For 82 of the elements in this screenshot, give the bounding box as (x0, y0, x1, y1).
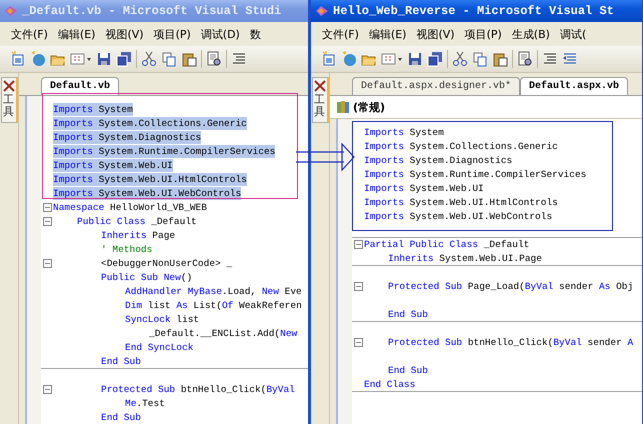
toolbox-tab[interactable]: 工具 (0, 77, 18, 124)
code-line: Imports System.Web.UI.HtmlControls (364, 196, 558, 209)
copy-icon[interactable] (161, 51, 177, 67)
code-line: Imports System.Diagnostics (364, 154, 512, 167)
code-line: Imports System (364, 126, 444, 139)
navigation-label: (常规) (353, 100, 386, 114)
menu-item[interactable]: 生成(B) (508, 24, 553, 44)
tools-icon (314, 80, 326, 92)
code-line: End Sub (101, 411, 141, 424)
menu-item[interactable]: 视图(V) (102, 24, 147, 44)
code-line: Imports System.Web.UI (364, 182, 484, 195)
window-title: _Default.vb - Microsoft Visual Studi (22, 4, 282, 18)
collapse-icon[interactable] (42, 203, 52, 212)
code-line: Inherits Page (101, 229, 176, 242)
globe-icon[interactable] (341, 51, 357, 67)
collapse-icon[interactable] (42, 259, 52, 268)
code-line: _Default.__ENCList.Add(New (149, 327, 298, 340)
new-project-icon[interactable] (10, 51, 26, 67)
menu-item[interactable]: 数 (246, 24, 264, 44)
cut-icon[interactable] (452, 51, 468, 67)
collapse-icon[interactable] (354, 282, 362, 291)
menu-item[interactable]: 视图(V) (413, 24, 458, 44)
navigation-bar[interactable]: (常规) (330, 96, 642, 119)
save-icon[interactable] (96, 51, 112, 67)
menu-item[interactable]: 项目(P) (150, 24, 194, 44)
menu-item[interactable]: 编辑(E) (54, 24, 98, 44)
code-line: Partial Public Class _Default (364, 238, 530, 251)
document-tab[interactable]: Default.aspx.vb (520, 77, 628, 95)
menu-item[interactable]: 调试(D) (198, 24, 243, 44)
grid-dropdown-icon[interactable] (70, 51, 92, 67)
menu-item[interactable]: 编辑(E) (366, 24, 410, 44)
code-line: Imports System.Collections.Generic (364, 140, 558, 153)
window-title: Hello_Web_Reverse - Microsoft Visual St (333, 4, 614, 18)
copy-icon[interactable] (472, 51, 488, 67)
code-line: <DebuggerNonUserCode> _ (101, 257, 232, 270)
toolbox-tab[interactable]: 工具 (312, 77, 328, 124)
code-line: Namespace HelloWorld_VB_WEB (53, 201, 207, 214)
document-tab[interactable]: Default.aspx.designer.vb* (352, 77, 520, 95)
code-line: Dim list As List(Of WeakReferen (125, 299, 302, 312)
code-line: End Sub (388, 364, 428, 377)
code-line: Protected Sub btnHello_Click(ByVal (101, 383, 295, 396)
document-tab[interactable]: Default.vb (41, 77, 120, 95)
code-line: Me.Test (125, 397, 165, 410)
code-line: AddHandler MyBase.Load, New Eve (125, 285, 302, 298)
code-line: End Sub (101, 355, 141, 368)
code-line: ' Methods (101, 243, 152, 256)
collapse-icon[interactable] (354, 338, 362, 347)
app-logo-icon (3, 3, 19, 19)
tools-icon (2, 80, 14, 92)
globe-icon[interactable] (30, 51, 46, 67)
code-line: Protected Sub btnHello_Click(ByVal sender A (388, 336, 634, 349)
code-line: Public Sub New() (101, 271, 192, 284)
toolbox-label: 工具 (3, 94, 14, 118)
save-icon[interactable] (407, 51, 423, 67)
cut-icon[interactable] (141, 51, 157, 67)
code-line: Inherits System.Web.UI.Page (388, 252, 542, 265)
books-icon (336, 100, 350, 114)
collapse-icon[interactable] (42, 385, 52, 394)
menu-item[interactable]: 项目(P) (462, 24, 505, 44)
app-logo-icon (314, 3, 330, 19)
code-line: End Class (364, 378, 416, 391)
find-document-icon[interactable] (517, 51, 533, 67)
collapse-icon[interactable] (354, 240, 362, 249)
grid-dropdown-icon[interactable] (381, 51, 403, 67)
menu-item[interactable]: 文件(F) (319, 24, 362, 44)
find-document-icon[interactable] (206, 51, 222, 67)
save-all-icon[interactable] (116, 51, 132, 67)
code-line: Imports System.Web.UI.WebControls (364, 210, 552, 223)
paste-icon[interactable] (492, 51, 508, 67)
new-project-icon[interactable] (321, 51, 337, 67)
code-line: SyncLock list (125, 313, 200, 326)
menu-item[interactable]: 调试( (556, 24, 590, 44)
collapse-icon[interactable] (42, 217, 52, 226)
toolbox-label: 工具 (314, 94, 325, 118)
save-all-icon[interactable] (427, 51, 443, 67)
code-line: End Sub (388, 308, 428, 321)
code-line: End SyncLock (125, 341, 194, 354)
code-line: Imports System.Runtime.CompilerServices (364, 168, 586, 181)
code-line: Protected Sub Page_Load(ByVal sender As Obj (388, 280, 634, 293)
menu-item[interactable]: 文件(F) (8, 24, 51, 44)
code-line: Public Class _Default (77, 215, 197, 228)
paste-icon[interactable] (181, 51, 197, 67)
